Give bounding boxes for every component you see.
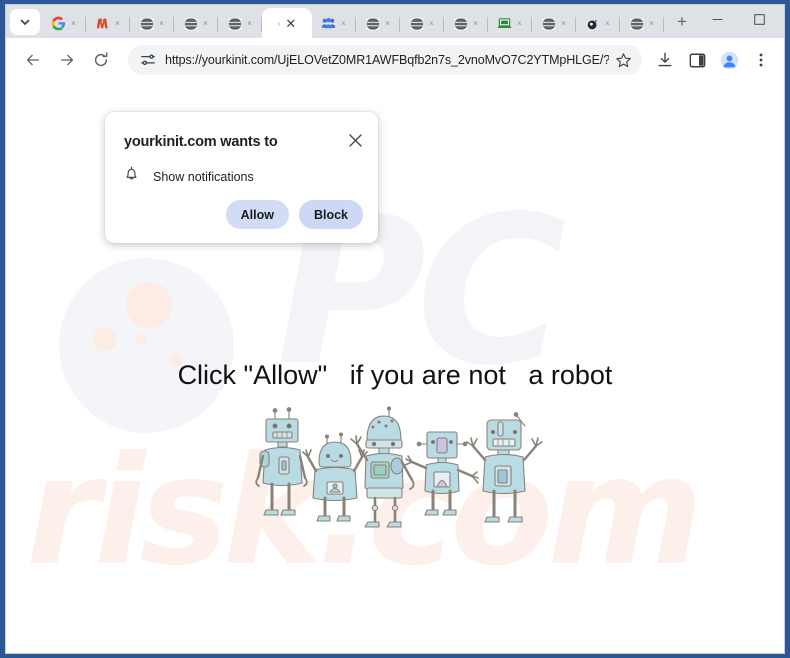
people-group-icon: [321, 16, 337, 32]
globe-icon: [409, 16, 425, 32]
reload-icon: [94, 52, 108, 67]
browser-tab[interactable]: ×: [444, 9, 488, 38]
download-icon: [658, 52, 672, 67]
globe-icon: [453, 16, 469, 32]
browser-tab[interactable]: ×: [218, 9, 262, 38]
tab-close-button[interactable]: ×: [340, 18, 348, 30]
new-tab-button[interactable]: +: [668, 8, 696, 36]
active-browser-tab[interactable]: ‹ ✕: [262, 8, 312, 38]
permission-row: Show notifications: [124, 166, 254, 187]
tab-close-button[interactable]: ✕: [285, 17, 296, 30]
forward-button[interactable]: [52, 45, 82, 75]
globe-icon: [139, 16, 155, 32]
maximize-button[interactable]: [738, 5, 780, 33]
orange-n-icon: [95, 16, 111, 32]
globe-icon: [541, 16, 557, 32]
tab-close-button[interactable]: ×: [70, 18, 78, 30]
permission-label: Show notifications: [153, 169, 254, 184]
tab-strip: × × × × × ‹ ✕ × × × × × × × × +: [6, 5, 784, 38]
page-content: PC risk.com Click "Allow" if you are not…: [6, 82, 784, 653]
close-window-button[interactable]: [780, 5, 784, 33]
tab-close-button[interactable]: ×: [114, 18, 122, 30]
browser-tab[interactable]: ×: [356, 9, 400, 38]
reload-button[interactable]: [86, 45, 116, 75]
browser-tab[interactable]: ×: [488, 9, 532, 38]
google-g-icon: [51, 16, 67, 32]
download-button[interactable]: [650, 45, 680, 75]
dialog-actions: Allow Block: [225, 200, 363, 229]
robot-4: [404, 431, 479, 516]
browser-tab[interactable]: ×: [532, 9, 576, 38]
browser-window: × × × × × ‹ ✕ × × × × × × × × + https://…: [5, 4, 785, 654]
globe-icon: [183, 16, 199, 32]
side-panel-icon: [689, 53, 705, 67]
bell-icon: [124, 166, 139, 187]
tab-search-button[interactable]: [10, 9, 40, 35]
dialog-title: yourkinit.com wants to: [124, 134, 278, 150]
tab-overflow-icon: ‹: [277, 18, 281, 28]
tab-close-button[interactable]: ×: [648, 18, 656, 30]
maximize-icon: [753, 13, 765, 25]
watermark-dot: [136, 334, 147, 345]
profile-button[interactable]: [714, 45, 744, 75]
url-text[interactable]: https://yourkinit.com/UjELOVetZ0MR1AWFBq…: [165, 53, 609, 67]
robot-3: [350, 406, 415, 528]
minimize-icon: [712, 18, 722, 20]
tab-close-button[interactable]: ×: [516, 18, 524, 30]
browser-tab[interactable]: ×: [312, 9, 356, 38]
dark-badge-icon: [585, 16, 601, 32]
browser-tab[interactable]: ×: [620, 9, 664, 38]
close-icon: [348, 133, 362, 147]
browser-tab[interactable]: ×: [42, 9, 86, 38]
globe-icon: [227, 16, 243, 32]
watermark-dot: [126, 282, 172, 328]
browser-toolbar: https://yourkinit.com/UjELOVetZ0MR1AWFBq…: [6, 38, 784, 82]
green-laptop-icon: [497, 16, 513, 32]
globe-icon: [629, 16, 645, 32]
address-bar[interactable]: https://yourkinit.com/UjELOVetZ0MR1AWFBq…: [128, 45, 642, 75]
notification-permission-dialog: yourkinit.com wants to Show notification…: [105, 112, 378, 243]
tab-close-button[interactable]: ×: [202, 18, 210, 30]
globe-icon: [365, 16, 381, 32]
browser-menu-button[interactable]: [746, 45, 776, 75]
tab-close-button[interactable]: ×: [604, 18, 612, 30]
browser-tab[interactable]: ×: [174, 9, 218, 38]
tab-close-button[interactable]: ×: [560, 18, 568, 30]
window-controls: [696, 5, 784, 38]
robot-1: [255, 407, 308, 516]
watermark-dot: [93, 327, 117, 351]
page-headline: Click "Allow" if you are not a robot: [177, 360, 613, 390]
back-button[interactable]: [18, 45, 48, 75]
browser-tab[interactable]: ×: [400, 9, 444, 38]
arrow-right-icon: [60, 54, 74, 66]
tab-close-button[interactable]: ×: [428, 18, 436, 30]
side-panel-button[interactable]: [682, 45, 712, 75]
browser-tab[interactable]: ×: [576, 9, 620, 38]
tune-sliders-icon[interactable]: [140, 52, 156, 68]
chevron-down-icon: [20, 19, 30, 25]
robot-5: [466, 412, 543, 523]
arrow-left-icon: [26, 54, 40, 66]
star-icon[interactable]: [615, 52, 632, 69]
robots-illustration: [255, 406, 543, 528]
tab-close-button[interactable]: ×: [384, 18, 392, 30]
dialog-close-button[interactable]: [344, 129, 366, 151]
tab-close-button[interactable]: ×: [158, 18, 166, 30]
tab-close-button[interactable]: ×: [246, 18, 254, 30]
block-button[interactable]: Block: [298, 200, 363, 229]
tab-close-button[interactable]: ×: [472, 18, 480, 30]
allow-button[interactable]: Allow: [225, 200, 289, 229]
minimize-button[interactable]: [696, 5, 738, 33]
three-dot-menu-icon: [759, 53, 763, 67]
browser-tab[interactable]: ×: [86, 9, 130, 38]
profile-avatar-icon: [720, 51, 738, 69]
browser-tab[interactable]: ×: [130, 9, 174, 38]
